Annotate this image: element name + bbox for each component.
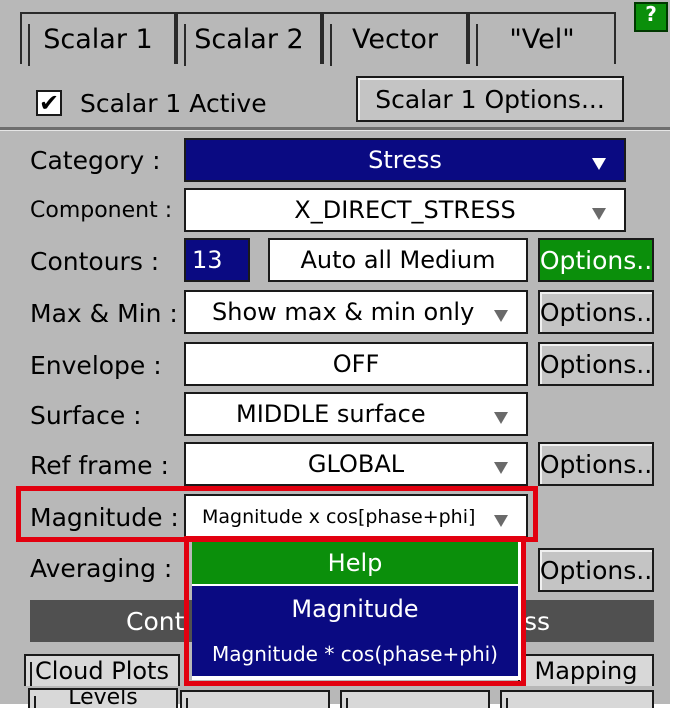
scalar-active-checkbox[interactable]: ✔	[36, 90, 62, 116]
dropdown-item-magnitude-cos[interactable]: Magnitude * cos(phase+phi)	[192, 632, 518, 676]
maxmin-select[interactable]: Show max & min only	[184, 290, 528, 334]
contours-options-button[interactable]: Options..	[538, 238, 654, 282]
tab-bottom-2[interactable]	[180, 690, 330, 708]
contours-label: Contours :	[30, 246, 160, 276]
tab-vel[interactable]: "Vel"	[468, 12, 616, 66]
dropdown-item-magnitude[interactable]: Magnitude	[192, 586, 518, 632]
category-value: Stress	[368, 146, 442, 174]
ref-frame-value: GLOBAL	[307, 450, 405, 478]
surface-label: Surface :	[30, 400, 142, 430]
surface-value: MIDDLE surface	[236, 400, 426, 428]
maxmin-label: Max & Min :	[30, 298, 178, 328]
component-select[interactable]: X_DIRECT_STRESS	[184, 188, 626, 232]
component-label: Component :	[30, 197, 173, 223]
ref-frame-label: Ref frame :	[30, 450, 169, 480]
contours-mode-value: Auto all Medium	[300, 246, 496, 274]
tab-mapping-label: Mapping	[534, 657, 638, 685]
tab-vector[interactable]: Vector	[322, 12, 468, 66]
envelope-options-button[interactable]: Options..	[538, 342, 654, 386]
tab-scalar-2-label: Scalar 2	[194, 23, 304, 55]
category-label: Category :	[30, 145, 161, 175]
envelope-select[interactable]: OFF	[184, 342, 528, 386]
chevron-down-icon	[494, 462, 508, 474]
tab-vel-label: "Vel"	[509, 23, 575, 55]
divider	[0, 127, 670, 131]
tab-bottom-3[interactable]	[340, 690, 490, 708]
chevron-down-icon	[592, 158, 606, 170]
maxmin-value: Show max & min only	[212, 298, 475, 326]
section-header-left-text: Cont	[126, 606, 185, 636]
contours-mode-button[interactable]: Auto all Medium	[268, 238, 528, 282]
chevron-down-icon	[494, 310, 508, 322]
dropdown-item-help[interactable]: Help	[192, 542, 518, 584]
right-edge	[670, 0, 674, 704]
averaging-options-button[interactable]: Options..	[538, 548, 654, 592]
ref-frame-options-button[interactable]: Options..	[538, 442, 654, 486]
chevron-down-icon	[592, 208, 606, 220]
averaging-label: Averaging :	[30, 553, 173, 583]
tab-mapping[interactable]: Mapping	[518, 654, 654, 686]
envelope-label: Envelope :	[30, 350, 162, 380]
tab-scalar-1-label: Scalar 1	[43, 23, 153, 55]
magnitude-dropdown-menu: Help Magnitude Magnitude * cos(phase+phi…	[192, 540, 522, 680]
tab-bottom-4[interactable]	[500, 690, 654, 708]
tab-scalar-2[interactable]: Scalar 2	[176, 12, 322, 66]
tab-levels[interactable]: Levels	[28, 688, 178, 708]
help-icon[interactable]: ?	[634, 2, 668, 32]
scalar-panel: Scalar 1 Scalar 2 Vector "Vel" ? ✔ Scala…	[0, 0, 670, 708]
component-value: X_DIRECT_STRESS	[294, 196, 516, 224]
magnitude-value: Magnitude x cos[phase+phi]	[202, 506, 476, 528]
tab-vector-label: Vector	[351, 23, 439, 55]
contours-count-input[interactable]: 13	[184, 238, 250, 282]
category-select[interactable]: Stress	[184, 138, 626, 182]
ref-frame-select[interactable]: GLOBAL	[184, 442, 528, 486]
tab-cloud-plots[interactable]: Cloud Plots	[24, 654, 180, 686]
maxmin-options-button[interactable]: Options..	[538, 290, 654, 334]
contours-count-value: 13	[192, 246, 223, 274]
magnitude-select[interactable]: Magnitude x cos[phase+phi]	[184, 494, 528, 540]
surface-select[interactable]: MIDDLE surface	[184, 392, 528, 436]
scalar-options-button[interactable]: Scalar 1 Options...	[356, 76, 624, 122]
magnitude-label: Magnitude :	[30, 502, 179, 532]
tab-cloud-plots-label: Cloud Plots	[35, 657, 169, 685]
scalar-active-label: Scalar 1 Active	[80, 88, 267, 118]
envelope-value: OFF	[332, 350, 380, 378]
chevron-down-icon	[494, 515, 508, 527]
section-header-right-text: ss	[524, 606, 551, 636]
tab-scalar-1[interactable]: Scalar 1	[20, 12, 176, 66]
chevron-down-icon	[494, 412, 508, 424]
